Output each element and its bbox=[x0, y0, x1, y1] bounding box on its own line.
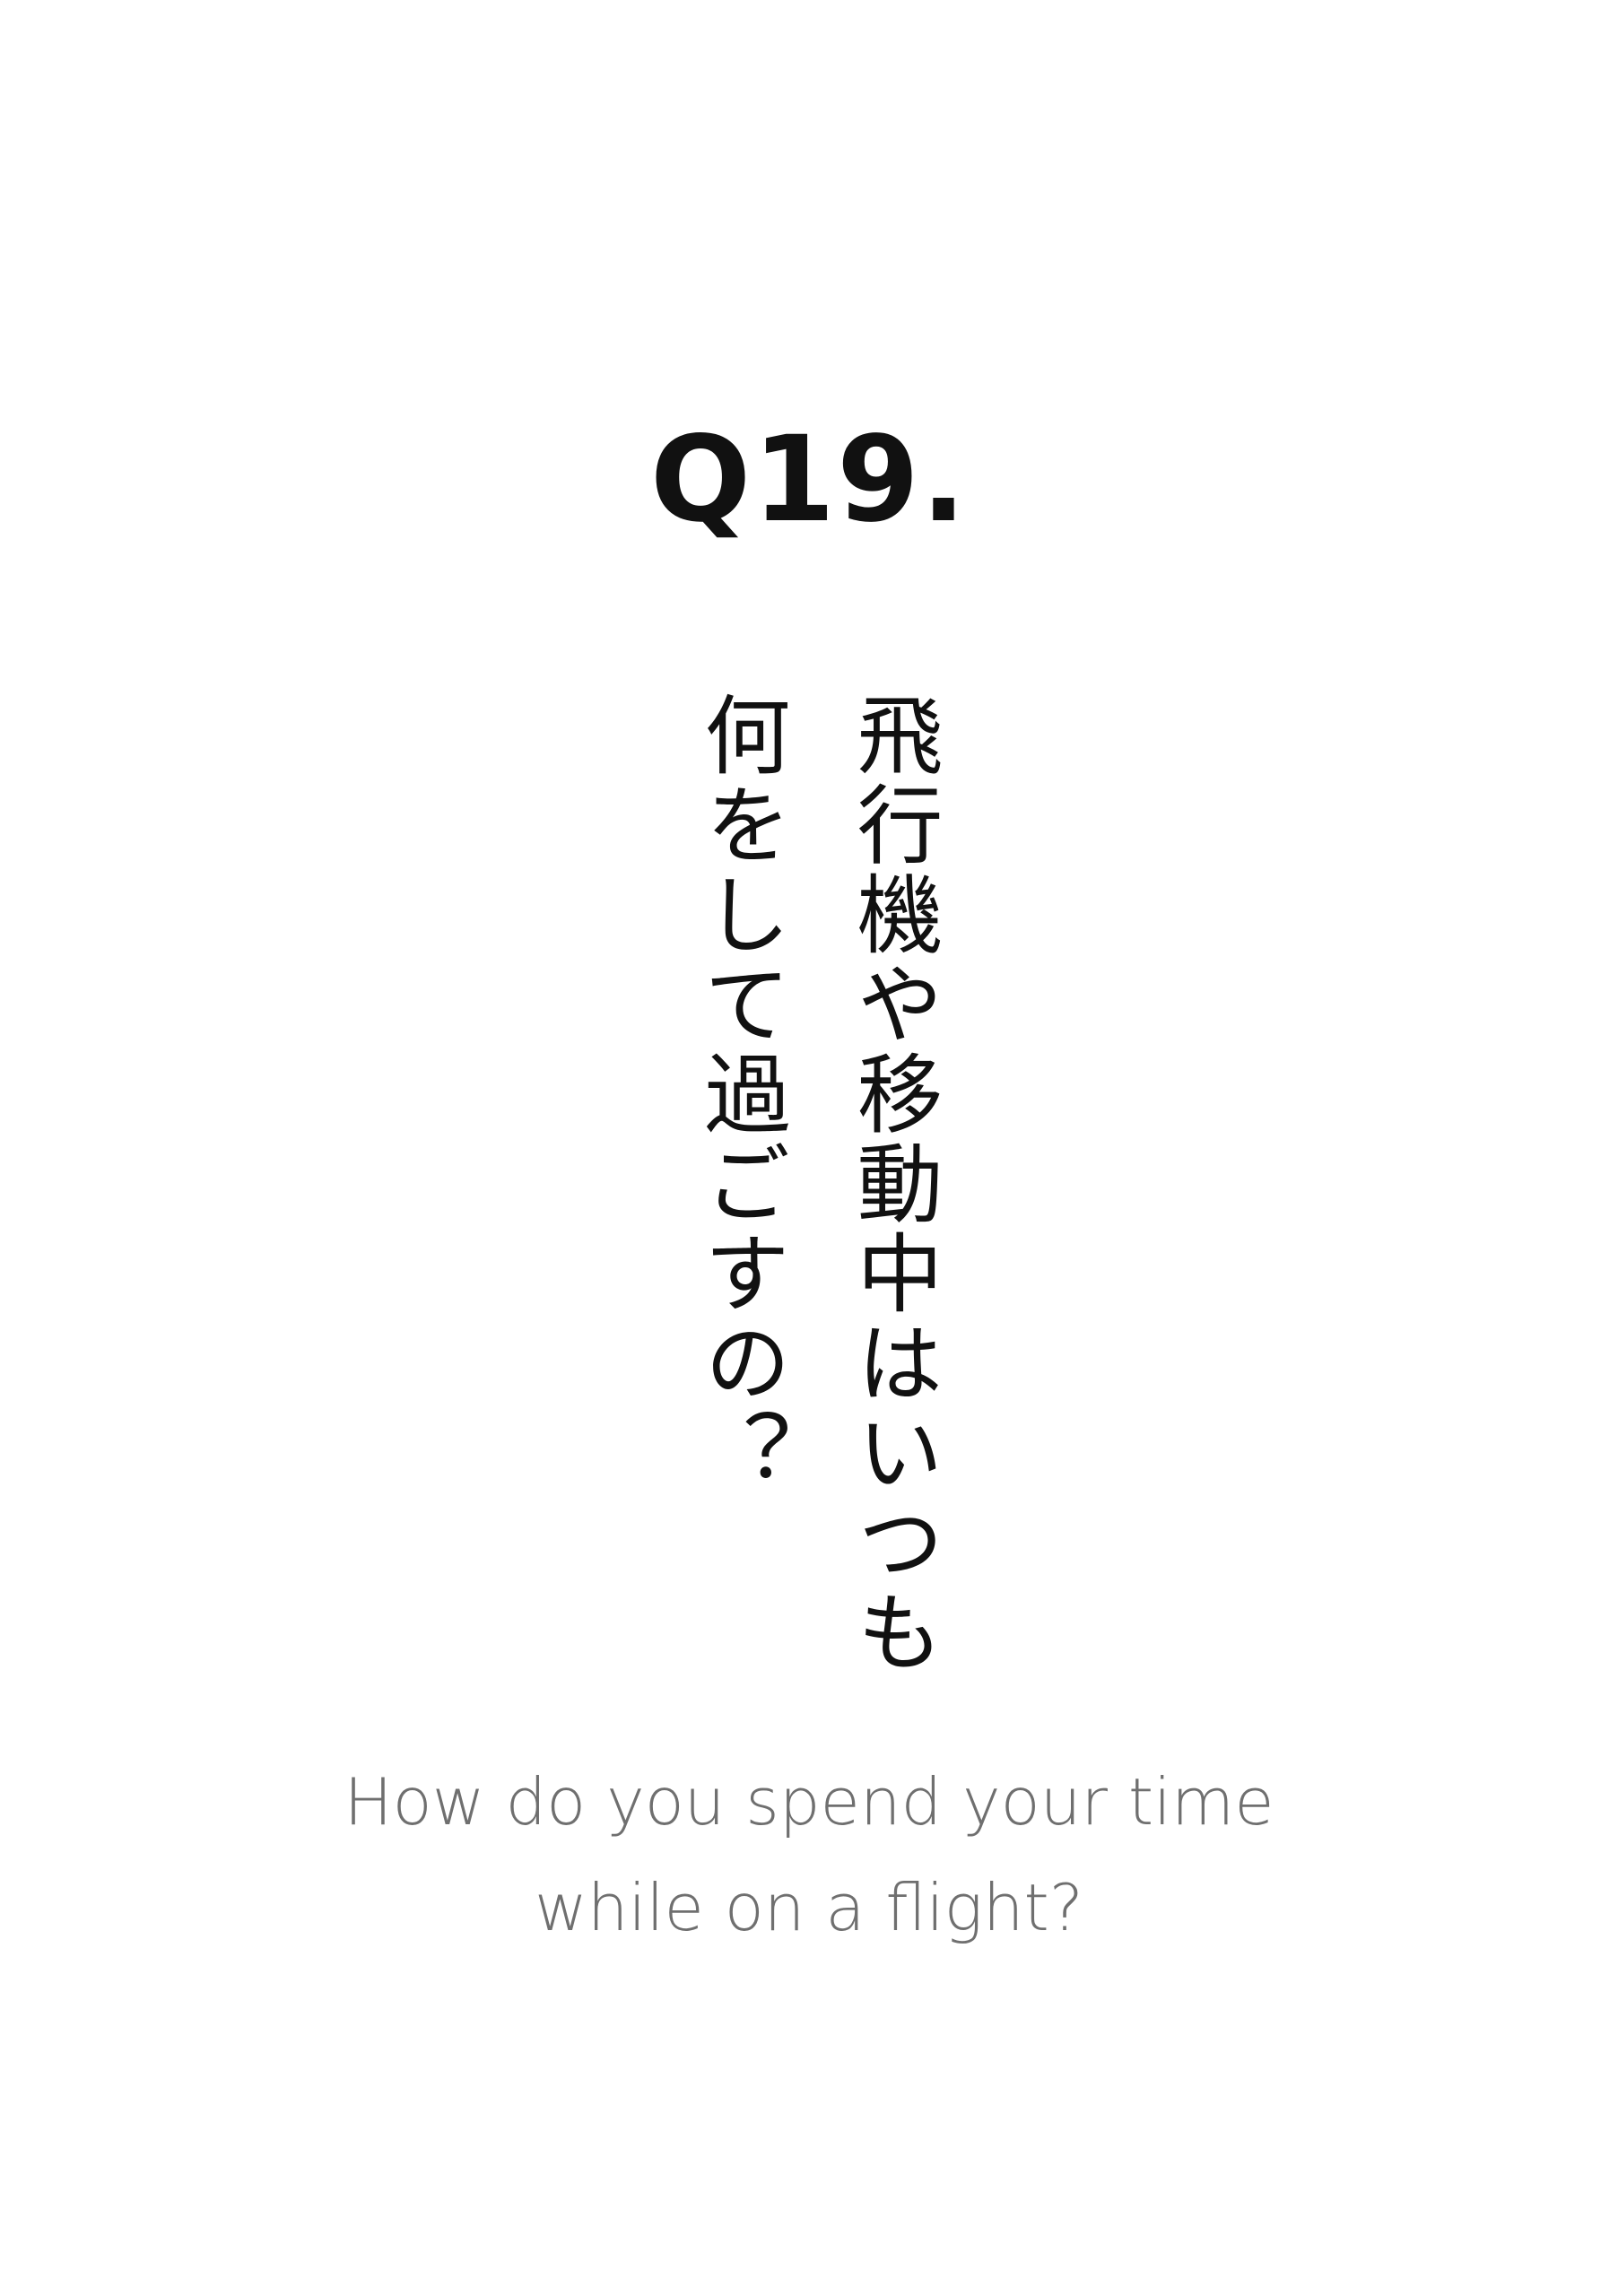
english-question-line-2: while on a flight? bbox=[535, 1870, 1083, 1945]
japanese-question-line-1: 飛行機や移動中はいつも bbox=[842, 691, 943, 1677]
page: Q19. 飛行機や移動中はいつも 何をして過ごすの？ How do you sp… bbox=[0, 0, 1618, 2296]
question-number: Q19. bbox=[649, 411, 969, 549]
japanese-question-line-2: 何をして過ごすの？ bbox=[690, 691, 790, 1498]
japanese-question: 飛行機や移動中はいつも 何をして過ごすの？ bbox=[682, 691, 951, 1695]
english-question: How do you spend your time while on a fl… bbox=[0, 1749, 1618, 1964]
english-question-line-1: How do you spend your time bbox=[344, 1764, 1274, 1839]
